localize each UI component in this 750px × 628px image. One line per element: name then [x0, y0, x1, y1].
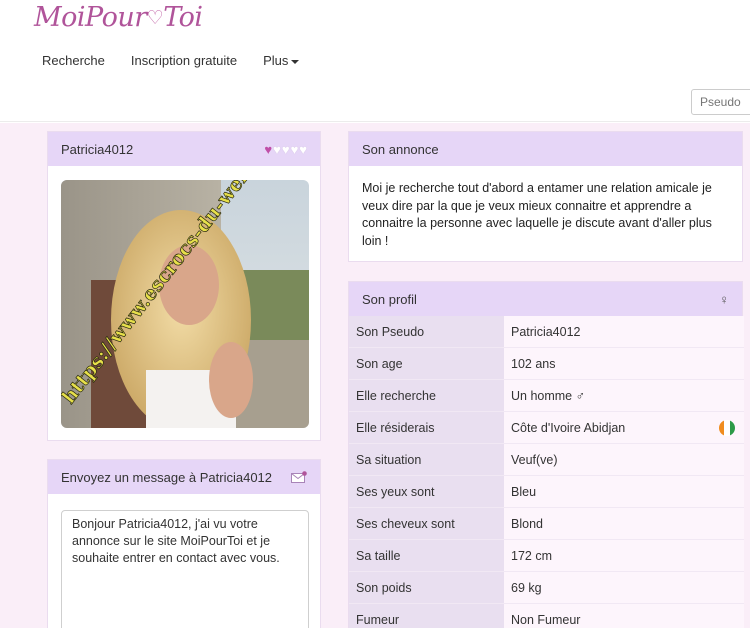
top-bar: MoiPour♡Toi Recherche Inscription gratui…	[0, 0, 750, 122]
heart-full-icon: ♥	[264, 141, 273, 157]
profil-row: Sa situation Veuf(ve)	[349, 444, 744, 476]
profil-row-label: Son poids	[349, 572, 504, 603]
profil-row-value: Un homme ♂	[504, 380, 744, 411]
message-panel: Envoyez un message à Patricia4012 Bonjou…	[47, 459, 321, 628]
profil-row: Sa taille 172 cm	[349, 540, 744, 572]
envelope-icon[interactable]	[291, 470, 307, 484]
profil-row-label: Elle résiderais	[349, 412, 504, 443]
profil-row-label: Sa situation	[349, 444, 504, 475]
profil-row-label: Fumeur	[349, 604, 504, 628]
ivory-coast-flag-icon	[719, 419, 735, 436]
message-panel-header: Envoyez un message à Patricia4012	[48, 460, 320, 494]
profil-row-label: Son age	[349, 348, 504, 379]
profil-row-value: 172 cm	[504, 540, 744, 571]
profil-row-value: Patricia4012	[504, 316, 744, 347]
heart-empty-icon: ♥	[273, 141, 281, 157]
logo-heart-icon: ♡	[146, 7, 164, 29]
profile-photo[interactable]: https://www.escrocs-du-web.fr	[61, 180, 309, 428]
profil-row-value: Non Fumeur	[504, 604, 744, 628]
message-textarea[interactable]: Bonjour Patricia4012, j'ai vu votre anno…	[61, 510, 309, 628]
profil-header: Son profil ♀	[349, 282, 742, 316]
heart-empty-icon: ♥	[281, 141, 290, 157]
profil-row: Son age 102 ans	[349, 348, 744, 380]
profil-row-value: Bleu	[504, 476, 744, 507]
heart-empty-icon: ♥	[290, 141, 299, 157]
profil-row: Ses yeux sont Bleu	[349, 476, 744, 508]
nav-recherche[interactable]: Recherche	[42, 53, 105, 68]
profil-row-label: Son Pseudo	[349, 316, 504, 347]
annonce-text: Moi je recherche tout d'abord a entamer …	[362, 181, 712, 248]
nav-plus-dropdown[interactable]: Plus	[263, 53, 300, 68]
profil-row-value: 69 kg	[504, 572, 744, 603]
profil-row: Elle résiderais Côte d'Ivoire Abidjan	[349, 412, 744, 444]
female-icon: ♀	[719, 291, 729, 307]
main-nav: Recherche Inscription gratuite Plus	[42, 53, 300, 68]
caret-down-icon	[291, 59, 300, 64]
profil-row-label: Ses yeux sont	[349, 476, 504, 507]
heart-empty-icon: ♥	[299, 141, 307, 157]
profil-row-label: Ses cheveux sont	[349, 508, 504, 539]
profil-row: Son Pseudo Patricia4012	[349, 316, 744, 348]
profil-title: Son profil	[362, 291, 417, 307]
profil-row-label: Elle recherche	[349, 380, 504, 411]
profil-row: Fumeur Non Fumeur	[349, 604, 744, 628]
site-logo[interactable]: MoiPour♡Toi	[34, 2, 203, 33]
profile-photo-image: https://www.escrocs-du-web.fr	[61, 180, 309, 428]
rating-hearts: ♥ ♥ ♥ ♥ ♥	[264, 143, 307, 156]
annonce-panel: Son annonce Moi je recherche tout d'abor…	[348, 131, 743, 262]
annonce-header: Son annonce	[349, 132, 742, 166]
profil-rows: Son Pseudo Patricia4012 Son age 102 ans El…	[349, 316, 744, 628]
profil-row: Elle recherche Un homme ♂	[349, 380, 744, 412]
profil-row: Son poids 69 kg	[349, 572, 744, 604]
profile-card: Patricia4012 ♥ ♥ ♥ ♥ ♥	[47, 131, 321, 441]
pseudo-search-input[interactable]	[691, 89, 750, 115]
profil-row-value: Blond	[504, 508, 744, 539]
message-title: Envoyez un message à Patricia4012	[61, 469, 273, 485]
nav-inscription[interactable]: Inscription gratuite	[131, 53, 237, 68]
profil-row-value: Veuf(ve)	[504, 444, 744, 475]
profil-row-value: 102 ans	[504, 348, 744, 379]
profil-row-value: Côte d'Ivoire Abidjan	[504, 412, 744, 443]
profile-card-header: Patricia4012 ♥ ♥ ♥ ♥ ♥	[48, 132, 320, 166]
main-content: Patricia4012 ♥ ♥ ♥ ♥ ♥ Envoyez un messag…	[0, 123, 750, 628]
profil-row-label: Sa taille	[349, 540, 504, 571]
profile-username: Patricia4012	[61, 141, 134, 157]
profil-row: Ses cheveux sont Blond	[349, 508, 744, 540]
profil-panel: Son profil ♀ Son Pseudo Patricia4012 Son …	[348, 281, 744, 628]
annonce-title: Son annonce	[362, 141, 439, 157]
